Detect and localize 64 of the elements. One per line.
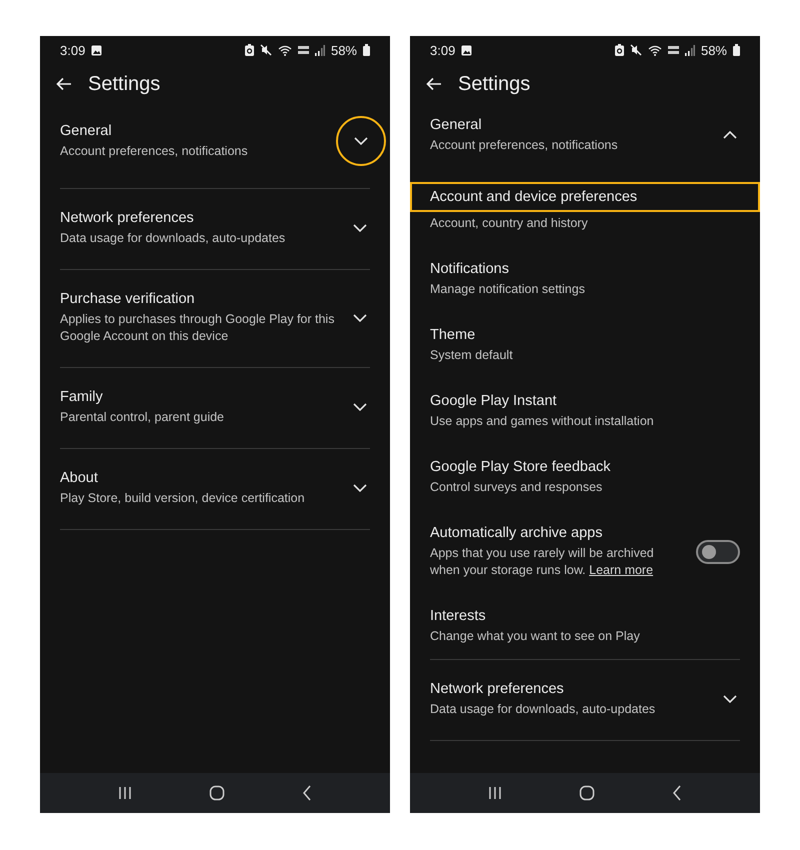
setting-description: Manage notification settings xyxy=(430,281,586,298)
setting-title[interactable]: Automatically archive apps xyxy=(430,524,684,542)
image-icon xyxy=(91,44,102,56)
section-description: Play Store, build version, device certification xyxy=(60,490,306,507)
back-nav-button[interactable] xyxy=(672,785,682,801)
mute-icon xyxy=(260,44,272,56)
section-title: Network preferences xyxy=(60,209,195,227)
learn-more-link[interactable]: Learn more xyxy=(589,563,654,577)
status-time: 3:09 xyxy=(60,42,86,58)
signal-icon xyxy=(314,44,325,56)
setting-title[interactable]: Theme xyxy=(430,326,740,344)
status-time: 3:09 xyxy=(430,42,456,58)
wifi-icon xyxy=(648,44,662,56)
section-title: Family xyxy=(60,388,104,406)
setting-description: Change what you want to see on Play xyxy=(430,628,641,645)
section-description: Applies to purchases through Google Play for this Google Account on this device xyxy=(60,311,336,345)
toggle-switch[interactable] xyxy=(696,540,740,564)
battery-percentage: 58% xyxy=(700,42,727,58)
chevron-down-icon xyxy=(723,695,737,703)
chevron-down-icon xyxy=(353,224,367,232)
setting-title[interactable]: Google Play Instant xyxy=(430,392,740,410)
chevron-up-icon xyxy=(723,131,737,139)
chevron-down-icon xyxy=(353,484,367,492)
section-description: Data usage for downloads, auto-updates xyxy=(60,230,286,247)
section-description: Account preferences, notifications xyxy=(430,137,619,154)
setting-description: Account, country and history xyxy=(430,215,589,232)
setting-title[interactable]: Account and device preferences xyxy=(410,182,760,212)
back-nav-button[interactable] xyxy=(302,785,312,801)
section-title: General xyxy=(60,122,113,140)
setting-description: Use apps and games without installation xyxy=(430,413,655,430)
chevron-down-icon xyxy=(354,137,368,145)
section-title: About xyxy=(60,469,99,487)
mute-icon xyxy=(630,44,642,56)
back-button[interactable] xyxy=(426,77,442,91)
home-button[interactable] xyxy=(208,785,225,801)
section-title: Purchase verification xyxy=(60,290,196,308)
page-title: Settings xyxy=(458,72,530,96)
section-description: Account preferences, notifications xyxy=(60,143,249,160)
battery-icon xyxy=(363,44,370,56)
setting-description: Apps that you use rarely will be archived when your storage runs low. Learn more xyxy=(430,545,655,579)
setting-title[interactable]: Google Play Store feedback xyxy=(430,458,740,476)
setting-description: System default xyxy=(430,347,514,364)
battery-saver-icon xyxy=(614,44,624,56)
setting-title[interactable]: Interests xyxy=(430,607,740,625)
setting-description: Control surveys and responses xyxy=(430,479,604,496)
home-button[interactable] xyxy=(578,785,595,801)
battery-percentage: 58% xyxy=(330,42,357,58)
recent-apps-button[interactable] xyxy=(118,786,132,800)
image-icon xyxy=(461,44,472,56)
section-description: Data usage for downloads, auto-updates xyxy=(430,701,656,718)
section-description: Parental control, parent guide xyxy=(60,409,225,426)
chevron-down-icon xyxy=(353,314,367,322)
expand-button[interactable] xyxy=(336,116,386,166)
section-title: Network preferences xyxy=(430,680,565,698)
back-button[interactable] xyxy=(56,77,72,91)
chevron-down-icon xyxy=(353,403,367,411)
wifi-icon xyxy=(278,44,292,56)
recent-apps-button[interactable] xyxy=(488,786,502,800)
setting-title[interactable]: Notifications xyxy=(430,260,740,278)
page-title: Settings xyxy=(88,72,160,96)
battery-icon xyxy=(733,44,740,56)
battery-saver-icon xyxy=(244,44,254,56)
signal-icon xyxy=(684,44,695,56)
section-title: General xyxy=(430,116,483,134)
